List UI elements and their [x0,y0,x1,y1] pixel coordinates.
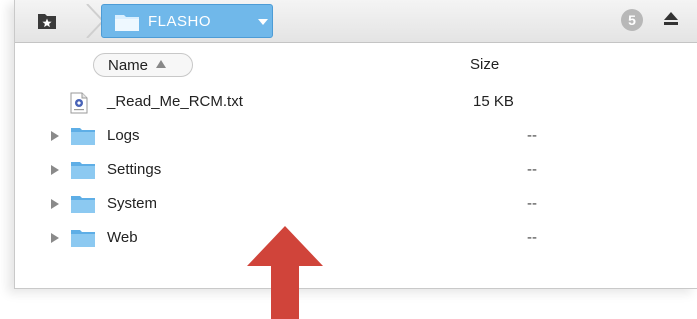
chevron-down-icon[interactable] [258,19,268,25]
file-name: _Read_Me_RCM.txt [107,93,243,110]
folder-icon [71,128,95,145]
column-header: Name Size [15,43,697,81]
name-column-label: Name [108,57,149,74]
file-row[interactable]: _Read_Me_RCM.txt 15 KB [15,85,697,119]
star-folder-icon [38,14,56,29]
folder-icon [71,230,95,247]
folder-row-web[interactable]: Web -- [15,221,697,255]
file-size: -- [527,195,537,212]
folder-name: Web [107,229,138,246]
file-size: 15 KB [473,93,514,110]
eject-icon[interactable] [663,11,679,27]
disclosure-triangle-icon[interactable] [51,131,59,141]
favorites-button[interactable] [35,10,59,32]
text-file-icon [70,92,88,114]
folder-name: System [107,195,158,212]
folder-row-settings[interactable]: Settings -- [15,153,697,187]
notification-badge[interactable]: 5 [621,9,643,31]
disclosure-triangle-icon[interactable] [51,199,59,209]
toolbar: FLASHO 5 [15,0,697,43]
disclosure-triangle-icon[interactable] [51,165,59,175]
sort-ascending-icon [156,60,166,68]
breadcrumb-item-flasho[interactable]: FLASHO [101,4,273,38]
folder-icon [71,196,95,213]
folder-icon [71,162,95,179]
folder-icon [115,15,139,31]
finder-window: FLASHO 5 Name Size _Read_Me_RCM.txt 15 K… [14,0,697,289]
folder-name: Settings [107,161,162,178]
up-arrow-annotation [247,226,323,319]
breadcrumb-label: FLASHO [148,13,212,30]
folder-row-system[interactable]: System -- [15,187,697,221]
folder-name: Logs [107,127,140,144]
disclosure-triangle-icon[interactable] [51,233,59,243]
folder-row-logs[interactable]: Logs -- [15,119,697,153]
name-column-header[interactable]: Name [93,53,193,77]
file-size: -- [527,229,537,246]
file-size: -- [527,161,537,178]
file-size: -- [527,127,537,144]
size-column-header[interactable]: Size [470,56,499,73]
